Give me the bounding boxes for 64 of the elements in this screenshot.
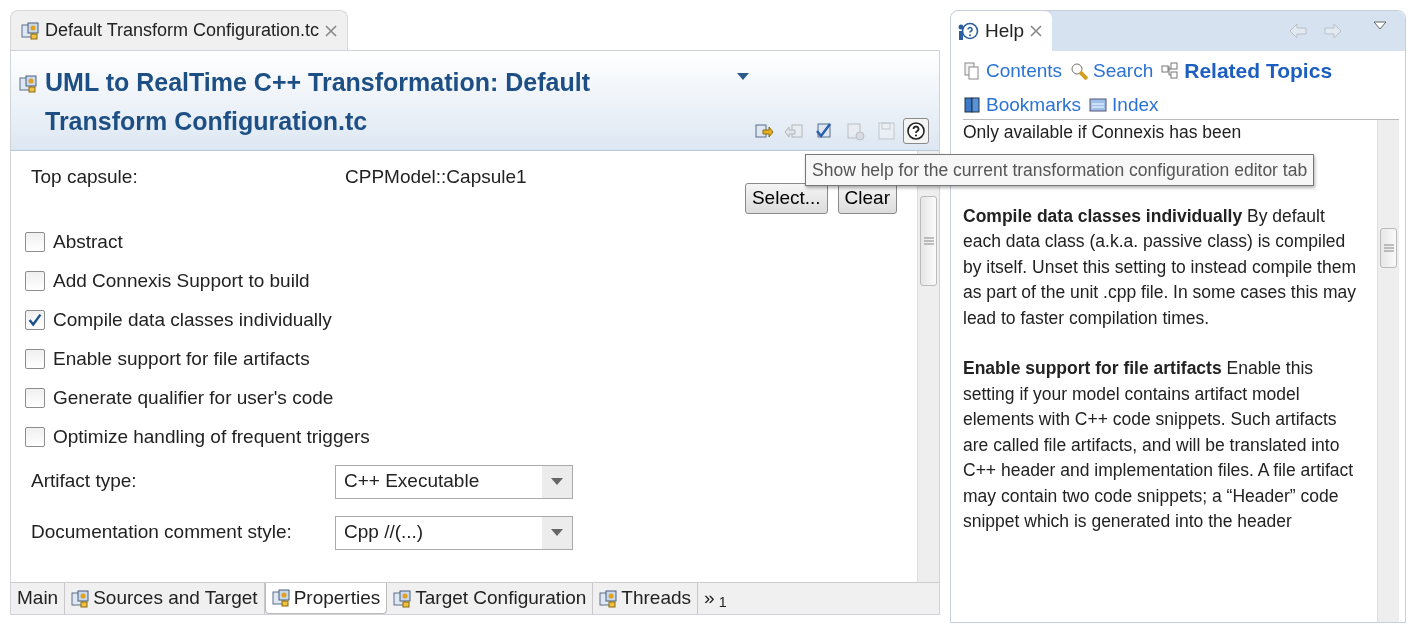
checkbox-label: Add Connexis Support to build <box>53 269 310 292</box>
checkbox[interactable] <box>25 270 45 291</box>
help-icon <box>957 21 979 41</box>
dropdown-field[interactable]: C++ Executable <box>335 464 573 499</box>
checkbox-label: Abstract <box>53 230 123 253</box>
tab[interactable]: Target Configuration <box>387 583 594 614</box>
save-icon <box>875 121 896 141</box>
field-label: Top capsule: <box>30 165 139 189</box>
field-label: Documentation comment style: <box>30 520 293 545</box>
document-arrow-icon <box>784 121 804 141</box>
help-paragraph: Only available if Connexis has been <box>963 121 1243 144</box>
push-button[interactable]: Select... <box>744 183 828 214</box>
checkbox-label: Generate qualifier for user's code <box>53 386 334 409</box>
close-icon <box>325 24 338 37</box>
checkbox[interactable] <box>25 231 45 252</box>
help-link[interactable]: Search <box>1070 56 1154 85</box>
help-link[interactable]: Bookmarks <box>963 90 1082 119</box>
help-link[interactable]: Related Topics <box>1161 55 1333 87</box>
close-icon <box>1030 25 1043 37</box>
tab[interactable]: Threads <box>593 583 699 614</box>
configuration-file-icon <box>21 21 39 40</box>
arrow-icon <box>1323 21 1343 41</box>
configuration-file-icon <box>71 589 90 608</box>
arrow-icon <box>1288 21 1308 41</box>
tab[interactable]: Properties <box>264 583 388 614</box>
checkbox-label: Enable support for file artifacts <box>53 347 310 370</box>
checkbox-label: Optimize handling of frequent triggers <box>53 425 370 448</box>
tab[interactable]: Sources and Target <box>65 583 265 614</box>
tooltip: Show help for the current transformation configuration editor tab <box>805 154 1315 187</box>
more-tabs-button[interactable]: »$_{1}$ <box>698 583 733 614</box>
book-icon <box>963 95 981 114</box>
configuration-file-icon <box>393 589 412 608</box>
field-value: CPPModel::Capsule1 <box>345 165 528 189</box>
help-link[interactable]: Index <box>1089 90 1159 119</box>
help-tab[interactable]: Help <box>951 11 1053 51</box>
menu-icon[interactable] <box>1373 21 1387 30</box>
help-icon <box>906 121 926 141</box>
checkbox[interactable] <box>25 309 45 330</box>
pages-icon <box>963 61 981 80</box>
checkbox[interactable] <box>25 348 45 369</box>
scrollbar[interactable] <box>1377 120 1399 622</box>
linked-pages-icon <box>1161 61 1180 80</box>
configuration-file-icon <box>599 589 618 608</box>
editor-tab[interactable]: Default Transform Configuration.tc <box>10 10 349 50</box>
checkbox[interactable] <box>25 426 45 447</box>
editor-title: UML to RealTime C++ Transformation: Default Transform Configuration.tc <box>45 67 591 137</box>
help-link[interactable]: Contents <box>963 56 1063 85</box>
configuration-file-icon <box>271 589 290 607</box>
help-paragraph: Compile data classes individually By default each data class (a.k.a. passive class) is compiled by itself. Unset this setting to instead compile them as part of the unit .cpp file. In some cases this may lead to faster compilation times. <box>963 204 1357 330</box>
dropdown-field[interactable]: Cpp //(...) <box>335 515 573 550</box>
grip-icon <box>923 237 934 245</box>
grip-icon <box>1383 244 1394 252</box>
tab[interactable]: Main <box>11 583 66 614</box>
index-card-icon <box>1089 95 1108 114</box>
caret-icon <box>551 478 563 486</box>
checkbox-label: Compile data classes individually <box>53 308 332 331</box>
help-paragraph: Enable support for file artifacts Enable this setting if your model contains artifact model elements with C++ code snippets. Such artifacts are called file artifacts, and will be translated into C++ header and implementation files. A file artifact may contain two code snippets; a “Header” code snippet which is generated into the header <box>963 357 1355 533</box>
dropdown-icon[interactable] <box>737 73 749 81</box>
document-arrow-icon <box>753 121 774 141</box>
configuration-file-icon <box>19 75 37 93</box>
field-label: Artifact type: <box>30 469 138 494</box>
toolbar-button[interactable] <box>903 118 929 144</box>
checkbox[interactable] <box>25 387 45 408</box>
caret-icon <box>551 529 563 537</box>
